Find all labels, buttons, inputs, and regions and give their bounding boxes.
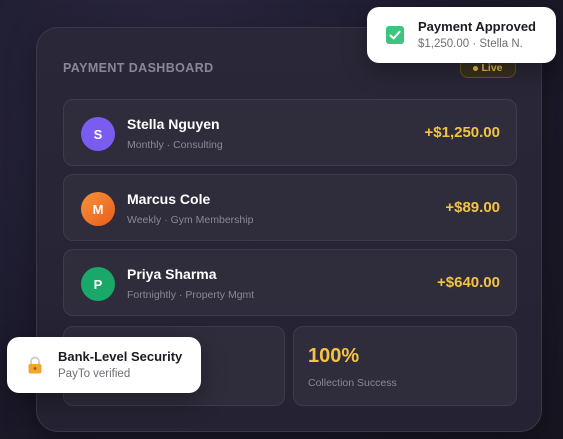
live-label: Live <box>481 62 503 74</box>
payment-amount: +$89.00 <box>445 199 500 216</box>
payment-row-marcus[interactable]: M Marcus Cole Weekly · Gym Membership +$… <box>63 174 517 241</box>
avatar: P <box>81 267 115 301</box>
payment-approved-toast[interactable]: Payment Approved $1,250.00 · Stella N. <box>367 7 556 63</box>
payer-meta: Weekly · Gym Membership <box>127 214 254 226</box>
stat-card-collection: 100% Collection Success <box>293 326 517 406</box>
avatar: M <box>81 192 115 226</box>
payer-name: Marcus Cole <box>127 191 211 207</box>
security-toast[interactable]: Bank-Level Security PayTo verified <box>7 337 201 393</box>
avatar: S <box>81 117 115 151</box>
payment-row-priya[interactable]: P Priya Sharma Fortnightly · Property Mg… <box>63 249 517 316</box>
collection-label: Collection Success <box>308 377 397 389</box>
toast-title: Bank-Level Security <box>58 349 183 364</box>
collection-value: 100% <box>308 345 360 367</box>
panel-title: PAYMENT DASHBOARD <box>63 61 214 75</box>
payment-amount: +$1,250.00 <box>424 124 501 141</box>
payer-name: Priya Sharma <box>127 266 217 282</box>
live-dot-icon <box>473 65 479 71</box>
lock-icon <box>28 356 42 374</box>
toast-title: Payment Approved <box>418 19 536 34</box>
payer-meta: Monthly · Consulting <box>127 139 223 151</box>
toast-subtitle: PayTo verified <box>58 368 131 380</box>
payer-meta: Fortnightly · Property Mgmt <box>127 289 255 301</box>
toast-subtitle: $1,250.00 · Stella N. <box>418 38 523 50</box>
payer-name: Stella Nguyen <box>127 116 220 132</box>
payment-amount: +$640.00 <box>437 274 500 291</box>
payment-row-stella[interactable]: S Stella Nguyen Monthly · Consulting +$1… <box>63 99 517 166</box>
check-icon <box>386 26 404 44</box>
